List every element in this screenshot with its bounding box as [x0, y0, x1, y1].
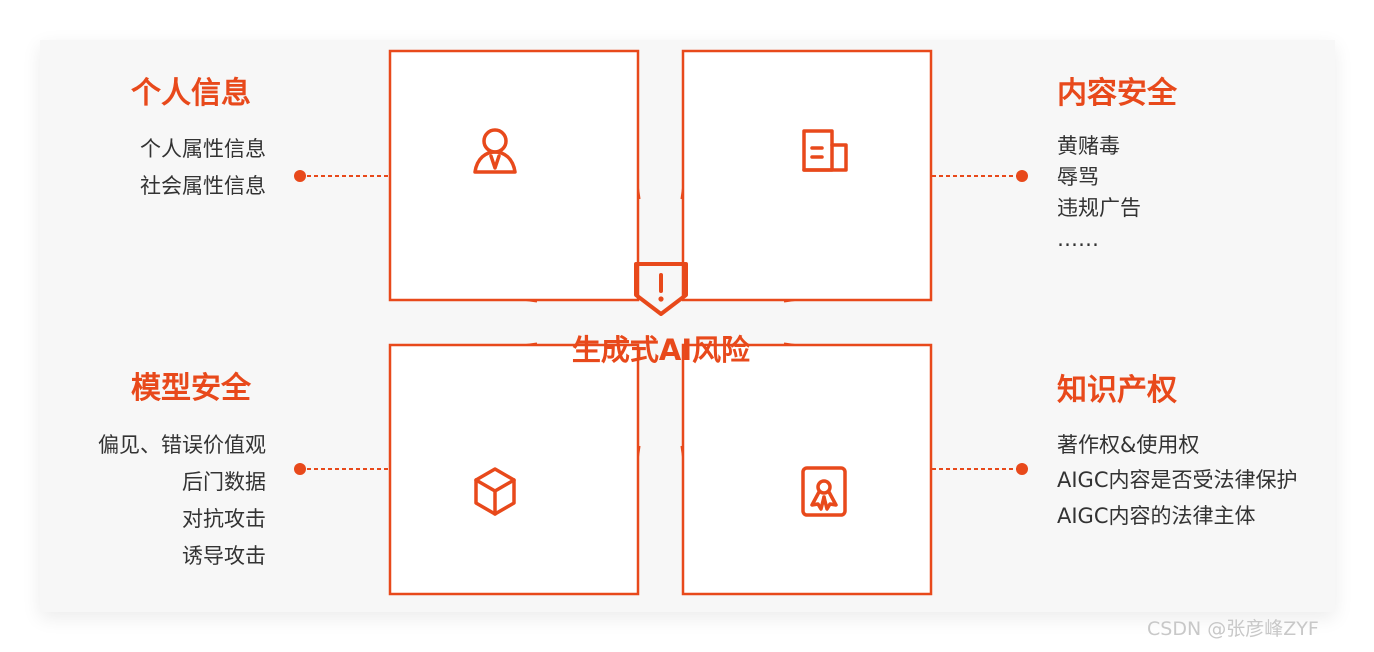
content-safety-title: 内容安全 [1057, 76, 1177, 111]
watermark: CSDN @张彦峰ZYF [1147, 618, 1319, 640]
model-safety-title: 模型安全 [131, 371, 251, 406]
personal-info-item: 个人属性信息 [140, 137, 266, 161]
connector-content-safety [932, 170, 1028, 182]
ip-rights-title: 知识产权 [1057, 373, 1177, 408]
center-title: 生成式AI风险 [571, 333, 751, 367]
box-content-safety [681, 49, 933, 302]
connector-model-safety [294, 463, 389, 475]
content-safety-item: 辱骂 [1057, 165, 1099, 189]
content-safety-item: 违规广告 [1057, 196, 1141, 220]
model-safety-item: 偏见、错误价值观 [98, 433, 266, 457]
ip-rights-item: AIGC内容是否受法律保护 [1057, 468, 1298, 492]
content-safety-item: …… [1057, 227, 1099, 251]
ip-rights-item: 著作权&使用权 [1057, 433, 1200, 457]
content-safety-item: 黄赌毒 [1057, 134, 1120, 158]
personal-info-title: 个人信息 [131, 76, 251, 111]
shield-warning-icon [634, 262, 688, 316]
model-safety-item: 后门数据 [182, 470, 266, 494]
diagram-stage: 生成式AI风险 个人信息 个人属性信息 社会属性信息 内容安全 黄赌毒 辱骂 违… [0, 0, 1374, 652]
model-safety-item: 诱导攻击 [182, 544, 266, 568]
box-personal-info [388, 49, 640, 302]
ip-rights-item: AIGC内容的法律主体 [1057, 504, 1256, 528]
connector-personal-info [294, 170, 389, 182]
model-safety-item: 对抗攻击 [182, 507, 266, 531]
personal-info-item: 社会属性信息 [140, 174, 266, 198]
connector-ip-rights [932, 463, 1028, 475]
box-model-safety [388, 343, 640, 596]
